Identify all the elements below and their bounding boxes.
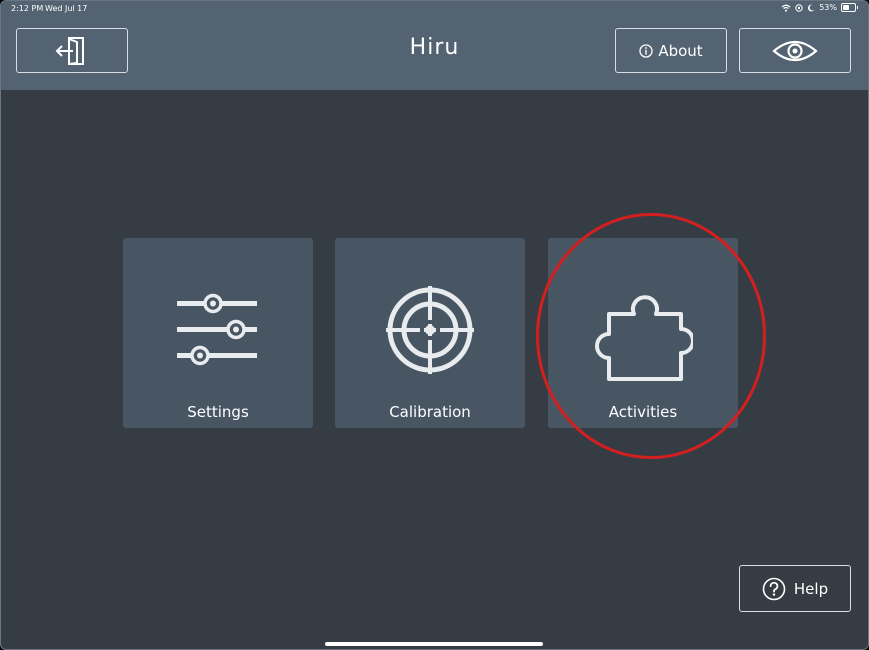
home-indicator[interactable] bbox=[325, 642, 543, 646]
question-icon bbox=[762, 577, 786, 600]
status-time: 2:12 PM bbox=[11, 4, 44, 13]
puzzle-piece-icon bbox=[595, 295, 693, 381]
app-screen: 2:12 PM Wed Jul 17 53% Hiru About Settin… bbox=[0, 0, 869, 650]
about-label: About bbox=[658, 41, 703, 60]
settings-tile[interactable]: Settings bbox=[123, 238, 313, 428]
moon-icon bbox=[808, 4, 815, 11]
help-button[interactable]: Help bbox=[739, 565, 851, 612]
app-title: Hiru bbox=[409, 35, 460, 60]
info-icon bbox=[639, 43, 653, 58]
calibration-label: Calibration bbox=[389, 403, 471, 421]
activities-label: Activities bbox=[608, 403, 678, 421]
top-bar: 2:12 PM Wed Jul 17 53% Hiru About bbox=[1, 1, 868, 90]
location-icon bbox=[795, 3, 803, 12]
status-indicators: 53% bbox=[781, 3, 858, 12]
help-label: Help bbox=[793, 579, 829, 598]
battery-icon bbox=[841, 3, 858, 12]
eye-icon bbox=[772, 40, 818, 61]
status-date: Wed Jul 17 bbox=[45, 4, 88, 13]
view-toggle-button[interactable] bbox=[739, 28, 851, 73]
sliders-icon bbox=[177, 293, 257, 366]
target-icon bbox=[386, 286, 474, 374]
settings-label: Settings bbox=[187, 403, 249, 421]
activities-tile[interactable]: Activities bbox=[548, 238, 738, 428]
status-bar: 2:12 PM Wed Jul 17 53% bbox=[1, 1, 868, 19]
battery-percent: 53% bbox=[819, 3, 837, 12]
about-button[interactable]: About bbox=[615, 28, 727, 73]
wifi-icon bbox=[781, 4, 791, 12]
calibration-tile[interactable]: Calibration bbox=[335, 238, 525, 428]
